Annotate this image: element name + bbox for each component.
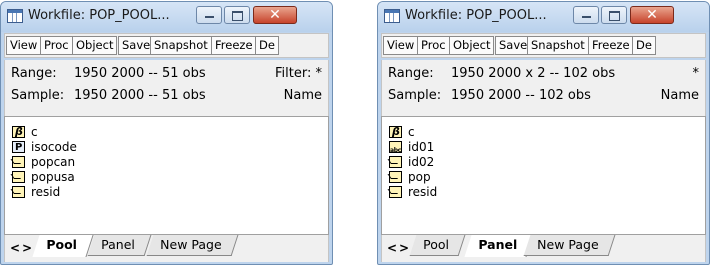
toolbar: View Proc Object Save Snapshot Freeze De: [381, 33, 706, 58]
details-button[interactable]: De: [255, 36, 279, 55]
object-name: id01: [408, 140, 435, 154]
tab-label: Panel: [478, 237, 518, 252]
workfile-window-panel: Workfile: POP_POOL... ✕ View Proc Object…: [377, 1, 710, 265]
save-button[interactable]: Save: [118, 36, 155, 55]
tab-pool[interactable]: Pool: [32, 235, 94, 257]
workfile-window-pool: Workfile: POP_POOL... ✕ View Proc Object…: [0, 1, 333, 265]
minimize-icon: [574, 7, 598, 23]
filter-text[interactable]: Filter: *: [275, 66, 322, 81]
range-label[interactable]: Range:: [388, 66, 434, 81]
range-value[interactable]: 1950 2000 -- 51 obs: [74, 66, 206, 81]
object-name: isocode: [31, 140, 77, 154]
page-tab-bar: <> Pool Panel New Page: [4, 235, 329, 262]
alpha-series-icon: [389, 141, 402, 158]
tab-panel[interactable]: Panel: [87, 235, 152, 256]
save-button[interactable]: Save: [495, 36, 532, 55]
order-text[interactable]: Name: [284, 88, 322, 103]
workfile-app-icon: [384, 9, 400, 23]
minimize-button[interactable]: [573, 6, 599, 24]
tab-scroll-arrows[interactable]: <>: [387, 241, 411, 255]
details-button[interactable]: De: [632, 36, 656, 55]
workfile-info: Range: 1950 2000 x 2 -- 102 obs * Sample…: [381, 60, 706, 116]
series-icon: [12, 186, 25, 198]
maximize-button[interactable]: [224, 6, 250, 24]
series-icon: [389, 186, 402, 198]
page-tab-bar: <> Pool Panel New Page: [381, 235, 706, 262]
proc-button[interactable]: Proc: [417, 36, 450, 55]
proc-button[interactable]: Proc: [40, 36, 73, 55]
title-bar[interactable]: Workfile: POP_POOL... ✕: [1, 2, 332, 32]
snapshot-button[interactable]: Snapshot: [527, 36, 589, 55]
object-name: id02: [408, 155, 435, 169]
close-button[interactable]: ✕: [630, 6, 674, 24]
object-list: c isocode popcan popusa resid: [4, 116, 329, 235]
sample-label[interactable]: Sample:: [388, 88, 441, 103]
view-button[interactable]: View: [6, 36, 42, 55]
maximize-icon: [602, 7, 626, 23]
tab-label: New Page: [160, 237, 222, 252]
series-icon: [389, 156, 402, 168]
minimize-button[interactable]: [196, 6, 222, 24]
object-name: resid: [31, 185, 61, 199]
window-title: Workfile: POP_POOL...: [28, 8, 170, 23]
pool-icon: [12, 140, 25, 155]
object-list: c id01 id02 pop resid: [381, 116, 706, 235]
order-text[interactable]: Name: [661, 88, 699, 103]
tab-label: Panel: [101, 237, 135, 252]
sample-label[interactable]: Sample:: [11, 88, 64, 103]
object-name: c: [408, 125, 415, 139]
sample-value[interactable]: 1950 2000 -- 51 obs: [74, 88, 206, 103]
object-button[interactable]: Object: [72, 36, 118, 55]
close-button[interactable]: ✕: [253, 6, 297, 24]
tab-label: Pool: [46, 237, 77, 252]
series-icon: [12, 156, 25, 168]
tab-label: Pool: [423, 237, 450, 252]
sample-value[interactable]: 1950 2000 -- 102 obs: [451, 88, 591, 103]
close-icon: ✕: [646, 7, 658, 23]
toolbar: View Proc Object Save Snapshot Freeze De: [4, 33, 329, 58]
tab-new-page[interactable]: New Page: [146, 235, 238, 256]
workfile-app-icon: [7, 9, 23, 23]
tab-new-page[interactable]: New Page: [523, 235, 615, 256]
object-name: pop: [408, 170, 431, 184]
window-title: Workfile: POP_POOL...: [405, 8, 547, 23]
close-icon: ✕: [269, 7, 281, 23]
freeze-button[interactable]: Freeze: [588, 36, 634, 55]
tab-pool[interactable]: Pool: [409, 235, 466, 256]
coef-beta-icon: [389, 124, 402, 139]
object-button[interactable]: Object: [449, 36, 495, 55]
title-bar[interactable]: Workfile: POP_POOL... ✕: [378, 2, 709, 32]
maximize-icon: [225, 7, 249, 23]
snapshot-button[interactable]: Snapshot: [150, 36, 212, 55]
view-button[interactable]: View: [383, 36, 419, 55]
object-name: popusa: [31, 170, 75, 184]
object-name: resid: [408, 185, 438, 199]
maximize-button[interactable]: [601, 6, 627, 24]
range-label[interactable]: Range:: [11, 66, 57, 81]
tab-label: New Page: [537, 237, 599, 252]
minimize-icon: [197, 7, 221, 23]
workfile-info: Range: 1950 2000 -- 51 obs Filter: * Sam…: [4, 60, 329, 116]
series-icon: [389, 171, 402, 183]
filter-text[interactable]: *: [693, 66, 700, 81]
series-icon: [12, 171, 25, 183]
tab-scroll-arrows[interactable]: <>: [10, 241, 34, 255]
coef-beta-icon: [12, 124, 25, 139]
range-value[interactable]: 1950 2000 x 2 -- 102 obs: [451, 66, 615, 81]
freeze-button[interactable]: Freeze: [211, 36, 257, 55]
object-name: popcan: [31, 155, 76, 169]
object-name: c: [31, 125, 38, 139]
